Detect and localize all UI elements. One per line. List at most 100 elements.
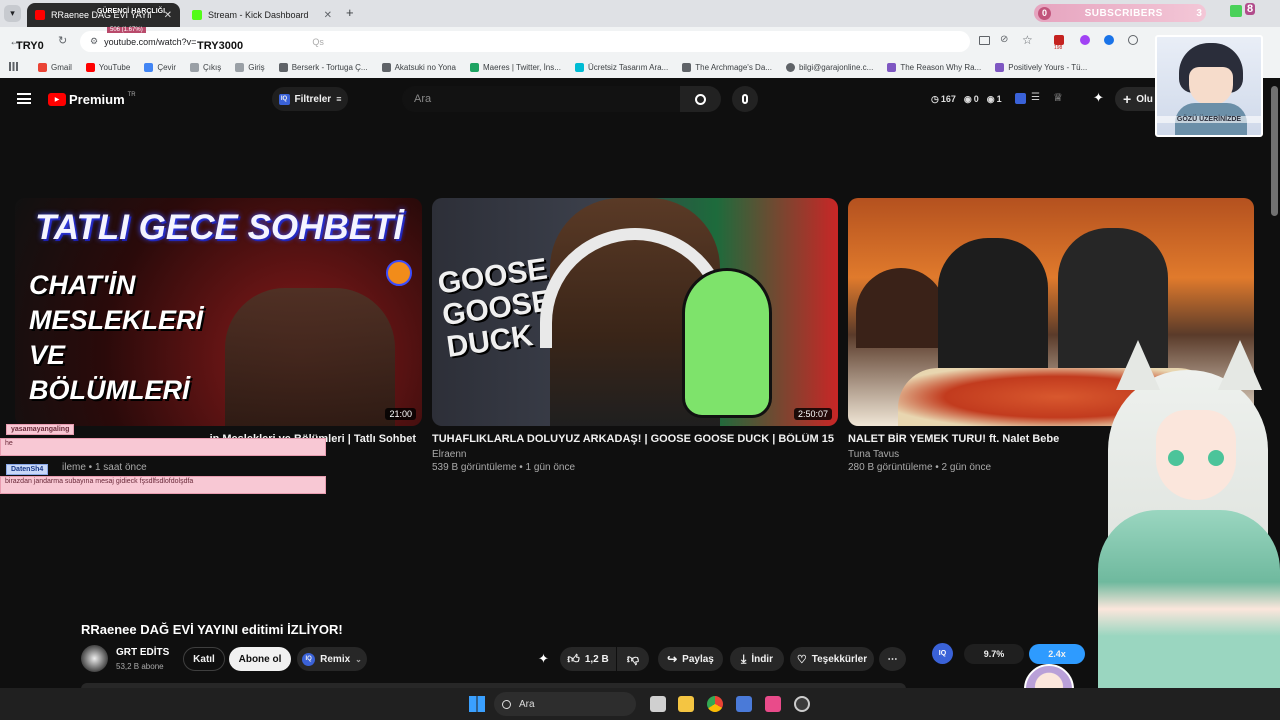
- site-icon: [995, 62, 1005, 72]
- dislike-button[interactable]: 👎︎: [617, 647, 649, 671]
- start-button[interactable]: [469, 696, 485, 712]
- screen: ▾ RRaenee DAĞ EVİ YAYINI editimi İZLİYOR…: [0, 0, 1280, 720]
- bookmark-youtube[interactable]: YouTube: [85, 62, 130, 72]
- bookmark-translate[interactable]: Çevir: [144, 62, 176, 72]
- channel-name[interactable]: GRT EDİTS: [116, 647, 169, 658]
- iq-icon: IQ: [302, 652, 316, 666]
- new-tab-button[interactable]: +: [346, 5, 354, 20]
- stats-group: ◷ 167 ◉ 0 ◉ 1: [931, 94, 1002, 105]
- bookmark-logout[interactable]: Çıkış: [190, 62, 222, 72]
- apps-grid-icon[interactable]: [9, 62, 18, 71]
- youtube-logo[interactable]: ▶ Premium TR: [48, 92, 136, 107]
- iq-logo-button[interactable]: IQ: [932, 643, 953, 664]
- thumbnail-person: [225, 288, 395, 426]
- bookmark-label: Çıkış: [203, 62, 222, 72]
- thanks-label: Teşekkürler: [811, 653, 868, 665]
- remix-button[interactable]: IQ Remix ⌄: [297, 647, 367, 671]
- site-icon: [887, 62, 897, 72]
- subscribe-button[interactable]: Abone ol: [229, 647, 291, 671]
- share-icon: ↪: [667, 652, 678, 666]
- search-button[interactable]: [680, 86, 721, 112]
- translate-icon: [144, 62, 154, 72]
- donation-goal-overlay: GÜRENCİ HARÇLIĞI: [94, 8, 168, 22]
- menu-icon[interactable]: [17, 93, 31, 104]
- thanks-button[interactable]: ♡ Teşekkürler: [790, 647, 874, 671]
- extension-icon[interactable]: [1128, 35, 1138, 45]
- bookmark-reason[interactable]: The Reason Why Ra...: [887, 62, 982, 72]
- bookmark-archmage[interactable]: The Archmage's Da...: [682, 62, 772, 72]
- channel-name[interactable]: Elraenn: [432, 449, 466, 460]
- youtube-header: ▶ Premium TR IQ Filtreler ≡ Ara ◷ 167 ◉ 0 …: [0, 78, 1280, 120]
- sparkle-icon[interactable]: ✦: [1093, 90, 1104, 106]
- extension-icon[interactable]: [1080, 35, 1090, 45]
- more-actions-button[interactable]: ⋯: [879, 647, 906, 671]
- bookmark-label: Positively Yours - Tü...: [1008, 62, 1088, 72]
- more-icon: ⋯: [887, 653, 898, 665]
- filters-button[interactable]: IQ Filtreler ≡: [272, 87, 348, 111]
- bookmark-gmail[interactable]: Gmail: [38, 62, 72, 72]
- extension-icon[interactable]: [1104, 35, 1114, 45]
- tab-kick-dashboard[interactable]: Stream - Kick Dashboard ✕: [184, 3, 340, 27]
- remix-label: Remix: [320, 653, 351, 665]
- iq-extension-icon[interactable]: [1015, 93, 1026, 104]
- subscribers-goal-bar: 0 SUBSCRIBERS 3: [1034, 4, 1206, 22]
- channel-avatar[interactable]: [81, 645, 108, 672]
- like-count: 1,2 B: [584, 653, 609, 665]
- channel-subscribers: 53,2 B abone: [116, 662, 164, 671]
- bookmark-login[interactable]: Giriş: [235, 62, 265, 72]
- thumbnail-line: MESLEKLERİ: [29, 305, 204, 335]
- video-title[interactable]: TUHAFLIKLARLA DOLUYUZ ARKADAŞ! | GOOSE G…: [432, 433, 838, 445]
- bookmark-akatsuki[interactable]: Akatsuki no Yona: [381, 62, 456, 72]
- search-input[interactable]: Ara: [402, 86, 680, 112]
- bookmark-berserk[interactable]: Berserk - Tortuga Ç...: [278, 62, 368, 72]
- close-tab-icon[interactable]: ✕: [324, 10, 332, 21]
- window-minimize-icon[interactable]: [1230, 5, 1242, 17]
- watch-title: RRaenee DAĞ EVİ YAYINI editimi İZLİYOR!: [81, 622, 343, 637]
- chat-message: he: [0, 438, 326, 456]
- bookmark-garaj[interactable]: bilgi@garajonline.c...: [785, 62, 874, 72]
- app-icon[interactable]: [736, 696, 752, 712]
- join-button[interactable]: Katıl: [183, 647, 225, 671]
- task-view-icon[interactable]: [650, 696, 666, 712]
- iq-icon: IQ: [278, 93, 290, 105]
- obs-icon[interactable]: [794, 696, 810, 712]
- search-placeholder: Ara: [414, 93, 432, 105]
- gmail-icon: [38, 62, 47, 72]
- bookmark-star-icon[interactable]: ☆: [1022, 33, 1033, 47]
- video-thumbnail[interactable]: TATLI GECE SOHBETİ CHAT'İN MESLEKLERİ VE…: [15, 198, 422, 426]
- voice-search-button[interactable]: [732, 86, 758, 112]
- thumbnail-line: BÖLÜMLERİ: [29, 375, 190, 405]
- page-scrollbar[interactable]: [1271, 86, 1278, 216]
- app-icon[interactable]: [765, 696, 781, 712]
- bookmark-label: The Reason Why Ra...: [900, 62, 982, 72]
- chrome-icon[interactable]: [707, 696, 723, 712]
- reload-icon[interactable]: ↻: [58, 34, 67, 47]
- cast-icon[interactable]: [979, 36, 990, 45]
- file-explorer-icon[interactable]: [678, 696, 694, 712]
- bookmark-maeres[interactable]: Maeres | Twitter, İns...: [469, 62, 561, 72]
- share-button[interactable]: ↪ Paylaş: [658, 647, 723, 671]
- sparkle-icon[interactable]: ✦: [538, 651, 549, 667]
- bookmark-tasarim[interactable]: Ücretsiz Tasarım Ara...: [574, 62, 668, 72]
- bookmark-label: Akatsuki no Yona: [394, 62, 456, 72]
- download-button[interactable]: ⤓ İndir: [730, 647, 784, 671]
- video-thumbnail[interactable]: GOOSE GOOSE DUCK 2:50:07: [432, 198, 838, 426]
- taskbar-search[interactable]: Ara: [494, 692, 636, 716]
- channel-name[interactable]: Tuna Tavus: [848, 449, 899, 460]
- like-button[interactable]: 👍︎ 1,2 B: [560, 647, 616, 671]
- bookmark-label: bilgi@garajonline.c...: [798, 62, 874, 72]
- subscribers-label: SUBSCRIBERS: [1084, 7, 1163, 19]
- tab-search-button[interactable]: ▾: [4, 5, 21, 22]
- bookmark-label: Gmail: [51, 62, 72, 72]
- list-icon[interactable]: ☰: [1031, 92, 1040, 103]
- search-icon: [695, 93, 706, 105]
- logo-region: TR: [127, 91, 136, 98]
- kick-favicon-icon: [192, 10, 202, 20]
- extension-icon[interactable]: [1054, 35, 1064, 45]
- duck-shape: [682, 268, 772, 418]
- eye-off-icon[interactable]: ⊘: [1000, 34, 1008, 45]
- bookmark-positively[interactable]: Positively Yours - Tü...: [995, 62, 1088, 72]
- avatar-caption: GÖZÜ ÜZERİNİZDE: [1157, 116, 1261, 123]
- trophy-icon[interactable]: ♕: [1053, 91, 1063, 104]
- site-info-icon[interactable]: ⚙: [90, 36, 98, 47]
